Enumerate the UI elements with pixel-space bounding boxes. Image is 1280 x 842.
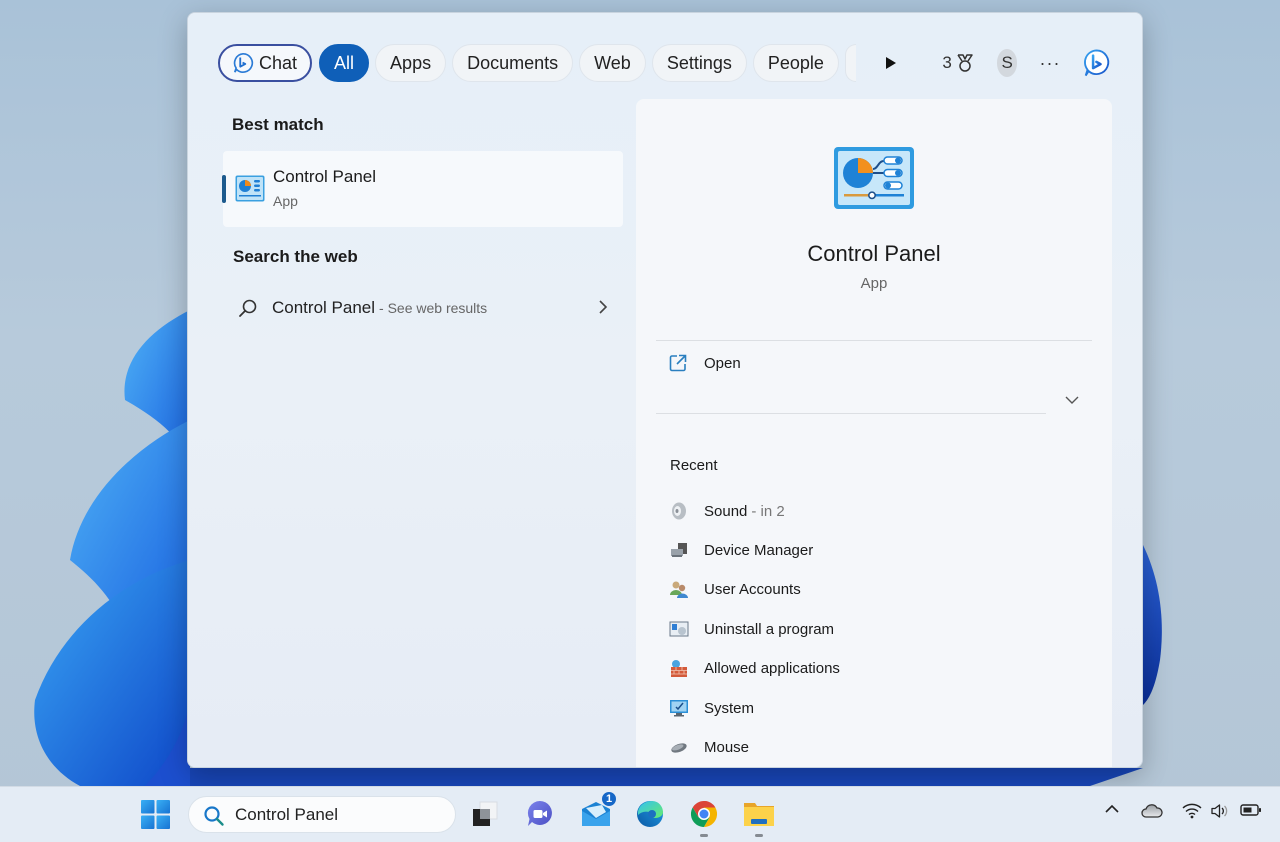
recent-item-label: Device Manager	[704, 541, 814, 559]
best-match-heading: Best match	[232, 115, 324, 134]
recent-item-label: User Accounts	[704, 580, 801, 598]
device-manager-icon	[671, 543, 687, 557]
recent-item-label: Uninstall a program	[704, 620, 835, 638]
bing-chat-icon	[233, 53, 254, 73]
taskbar-chrome[interactable]	[687, 797, 721, 837]
task-view-icon	[473, 801, 498, 826]
recent-item-sub: - in 2	[751, 502, 785, 520]
onedrive-button[interactable]	[1141, 803, 1163, 819]
battery-button[interactable]	[1240, 803, 1262, 817]
web-search-suffix: - See web results	[379, 300, 488, 316]
taskbar: Control Panel 1	[0, 786, 1280, 842]
taskbar-file-explorer[interactable]	[742, 797, 776, 837]
search-icon	[204, 805, 224, 826]
detail-app-name: Control Panel	[807, 241, 941, 266]
filter-tab-settings[interactable]: Settings	[651, 44, 747, 82]
recent-item-mouse[interactable]: Mouse	[668, 735, 749, 759]
recent-heading: Recent	[670, 457, 718, 474]
taskbar-edge[interactable]	[633, 797, 667, 831]
filter-tab-overflow[interactable]	[844, 44, 856, 82]
onedrive-cloud-icon	[1141, 804, 1163, 818]
detail-app-type: App	[860, 275, 888, 292]
filter-tab-apps[interactable]: Apps	[375, 44, 447, 82]
bing-button-icon[interactable]	[1082, 43, 1112, 83]
control-panel-icon	[235, 175, 265, 202]
running-indicator	[700, 834, 708, 837]
file-explorer-icon	[744, 803, 774, 826]
more-options-button[interactable]: ···	[1039, 53, 1060, 74]
user-accounts-icon	[670, 581, 688, 598]
mouse-icon	[671, 743, 687, 753]
firewall-icon	[671, 660, 687, 677]
control-panel-large-icon	[834, 147, 914, 209]
volume-button[interactable]	[1210, 803, 1230, 819]
wifi-button[interactable]	[1182, 803, 1202, 819]
start-windows-icon[interactable]	[141, 800, 170, 829]
expand-chevron-icon[interactable]	[1064, 395, 1080, 405]
play-arrow-icon	[885, 57, 896, 69]
rewards-count: 3	[942, 53, 952, 72]
taskbar-teams-chat[interactable]	[523, 797, 557, 831]
mail-unread-badge: 1	[601, 791, 617, 807]
recent-item-uninstall-program[interactable]: Uninstall a program	[668, 617, 834, 641]
search-flyout: Chat All Apps Documents Web Settings Peo…	[187, 12, 1143, 768]
recent-item-allowed-applications[interactable]: Allowed applications	[668, 656, 840, 680]
account-avatar[interactable]: S	[996, 49, 1018, 77]
volume-icon	[1211, 804, 1228, 818]
filter-tab-all[interactable]: All	[319, 44, 370, 82]
result-detail-pane: Control Panel App Open Recent Sound - in…	[636, 99, 1112, 767]
chevron-up-icon	[1105, 804, 1119, 813]
taskbar-task-view[interactable]	[468, 797, 502, 831]
battery-icon	[1240, 804, 1261, 816]
divider	[656, 340, 1092, 341]
recent-item-system[interactable]: System	[668, 696, 754, 720]
filter-tab-people[interactable]: People	[752, 44, 839, 82]
open-action-label: Open	[704, 354, 741, 372]
wifi-icon	[1182, 803, 1202, 819]
selection-indicator	[222, 175, 226, 203]
running-indicator	[755, 834, 763, 837]
recent-item-label: Mouse	[704, 738, 750, 756]
best-match-result[interactable]: Control Panel App	[222, 151, 623, 227]
recent-item-user-accounts[interactable]: User Accounts	[668, 577, 801, 601]
sound-icon	[672, 502, 686, 520]
chat-filter-button[interactable]: Chat	[218, 44, 313, 82]
web-search-result[interactable]: Control Panel - See web results	[238, 293, 608, 323]
search-filter-bar: Chat All Apps Documents Web Settings Peo…	[218, 42, 1112, 84]
divider	[656, 413, 1046, 414]
search-icon	[239, 299, 257, 317]
teams-chat-icon	[527, 800, 552, 826]
rewards-medal-icon	[957, 54, 973, 72]
chrome-icon	[690, 800, 718, 828]
best-match-type: App	[273, 193, 298, 209]
scroll-filters-button[interactable]	[884, 53, 899, 73]
recent-item-label: Sound	[704, 502, 748, 520]
filter-tab-web[interactable]: Web	[579, 44, 646, 82]
open-external-icon	[669, 354, 687, 372]
recent-item-label: Allowed applications	[704, 659, 840, 677]
filter-tab-documents[interactable]: Documents	[452, 44, 574, 82]
rewards-button[interactable]: 3	[942, 53, 974, 73]
system-icon	[670, 700, 688, 717]
show-hidden-icons-button[interactable]	[1104, 803, 1120, 815]
web-search-query: Control Panel	[272, 298, 376, 317]
chat-filter-label: Chat	[259, 52, 298, 73]
best-match-name: Control Panel	[273, 167, 377, 186]
search-web-heading: Search the web	[233, 247, 358, 266]
edge-icon	[637, 801, 663, 827]
taskbar-search-value: Control Panel	[235, 804, 339, 824]
taskbar-mail[interactable]: 1	[579, 791, 617, 831]
programs-icon	[669, 621, 689, 637]
open-action[interactable]: Open	[668, 353, 741, 373]
chevron-right-icon	[599, 300, 608, 314]
taskbar-search-box[interactable]: Control Panel	[188, 796, 456, 833]
recent-item-device-manager[interactable]: Device Manager	[668, 538, 813, 562]
recent-item-label: System	[704, 699, 755, 717]
recent-item-sound[interactable]: Sound - in 2	[668, 499, 785, 523]
